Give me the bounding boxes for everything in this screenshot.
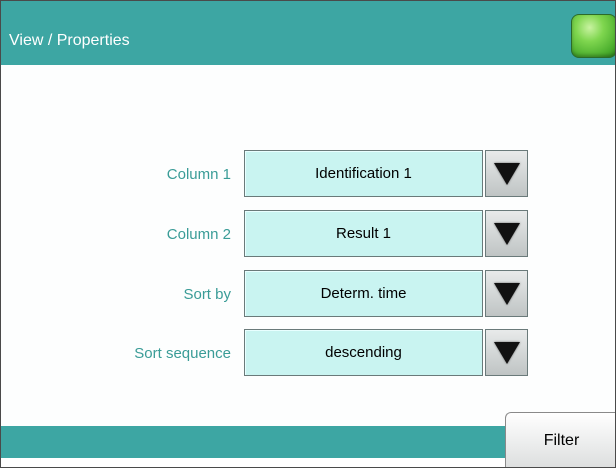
filter-button[interactable]: Filter — [505, 412, 615, 467]
footer-bar — [1, 426, 505, 458]
sort-sequence-label: Sort sequence — [134, 345, 231, 362]
sort-sequence-field[interactable]: descending — [244, 329, 483, 376]
column2-label: Column 2 — [166, 226, 231, 243]
column1-dropdown-button[interactable] — [485, 150, 528, 197]
page-title: View / Properties — [9, 32, 130, 49]
sort-by-field[interactable]: Determ. time — [244, 270, 483, 317]
title-bar: View / Properties — [1, 1, 615, 65]
triangle-down-icon — [493, 162, 520, 185]
status-indicator-icon[interactable] — [571, 14, 615, 58]
triangle-down-icon — [493, 341, 520, 364]
column1-field[interactable]: Identification 1 — [244, 150, 483, 197]
column2-field[interactable]: Result 1 — [244, 210, 483, 257]
sort-sequence-dropdown-button[interactable] — [485, 329, 528, 376]
triangle-down-icon — [493, 222, 520, 245]
sort-by-dropdown-button[interactable] — [485, 270, 528, 317]
column1-label: Column 1 — [166, 166, 231, 183]
sort-by-label: Sort by — [183, 286, 231, 303]
window: View / Properties Column 1 Identificatio… — [0, 0, 616, 468]
triangle-down-icon — [493, 282, 520, 305]
column2-dropdown-button[interactable] — [485, 210, 528, 257]
